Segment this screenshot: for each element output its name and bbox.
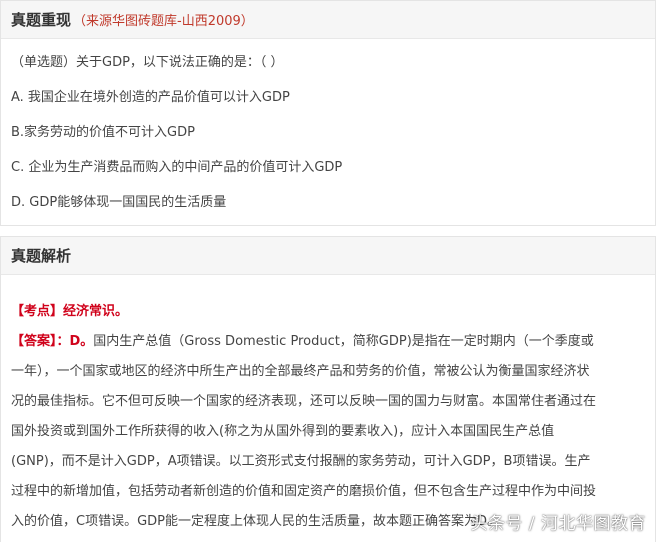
option-a: A. 我国企业在境外创造的产品价值可以计入GDP xyxy=(11,90,290,105)
option-c: C. 企业为生产消费品而购入的中间产品的价值可计入GDP xyxy=(11,160,343,175)
question-prompt: （单选题）关于GDP，以下说法正确的是：（ ） xyxy=(11,55,284,70)
question-card-header: 真题重现 （来源华图砖题库-山西2009） xyxy=(1,1,655,39)
answer-text-first: 国内生产总值（Gross Domestic Product，简称GDP)是指在一… xyxy=(93,334,594,349)
option-d: D. GDP能够体现一国国民的生活质量 xyxy=(11,195,227,210)
answer-line: 【答案】：D。国内生产总值（Gross Domestic Product，简称G… xyxy=(11,327,645,357)
question-section-title: 真题重现 xyxy=(11,11,72,29)
question-source: （来源华图砖题库-山西2009） xyxy=(73,14,254,29)
analysis-section-title: 真题解析 xyxy=(11,247,72,265)
option-b: B.家务劳动的价值不可计入GDP xyxy=(11,125,195,140)
analysis-line: 过程中的新增加值，包括劳动者新创造的价值和固定资产的磨损价值，但不包含生产过程中… xyxy=(11,484,597,499)
analysis-line: 一年），一个国家或地区的经济中所生产出的全部最终产品和劳务的价值，常被公认为衡量… xyxy=(11,364,590,379)
analysis-line: 况的最佳指标。它不但可反映一个国家的经济表现，还可以反映一国的国力与财富。本国常… xyxy=(11,394,597,409)
analysis-body: 【考点】经济常识。 【答案】：D。国内生产总值（Gross Domestic P… xyxy=(1,275,655,537)
knowledge-point-label: 【考点】经济常识。 xyxy=(11,304,129,319)
analysis-card-header: 真题解析 xyxy=(1,237,655,275)
analysis-line: (GNP)，而不是计入GDP，A项错误。以工资形式支付报酬的家务劳动，可计入GD… xyxy=(11,454,591,469)
watermark: 头条号 / 河北华图教育 xyxy=(470,514,646,534)
analysis-line: 国外投资或到国外工作所获得的收入(称之为从国外得到的要素收入)，应计入本国国民生… xyxy=(11,424,555,439)
analysis-card: 真题解析 【考点】经济常识。 【答案】：D。国内生产总值（Gross Domes… xyxy=(0,236,656,542)
question-body: （单选题）关于GDP，以下说法正确的是：（ ） A. 我国企业在境外创造的产品价… xyxy=(1,39,655,220)
answer-label: 【答案】：D。 xyxy=(11,334,94,349)
question-card: 真题重现 （来源华图砖题库-山西2009） （单选题）关于GDP，以下说法正确的… xyxy=(0,0,656,226)
knowledge-point-line: 【考点】经济常识。 xyxy=(11,297,645,327)
